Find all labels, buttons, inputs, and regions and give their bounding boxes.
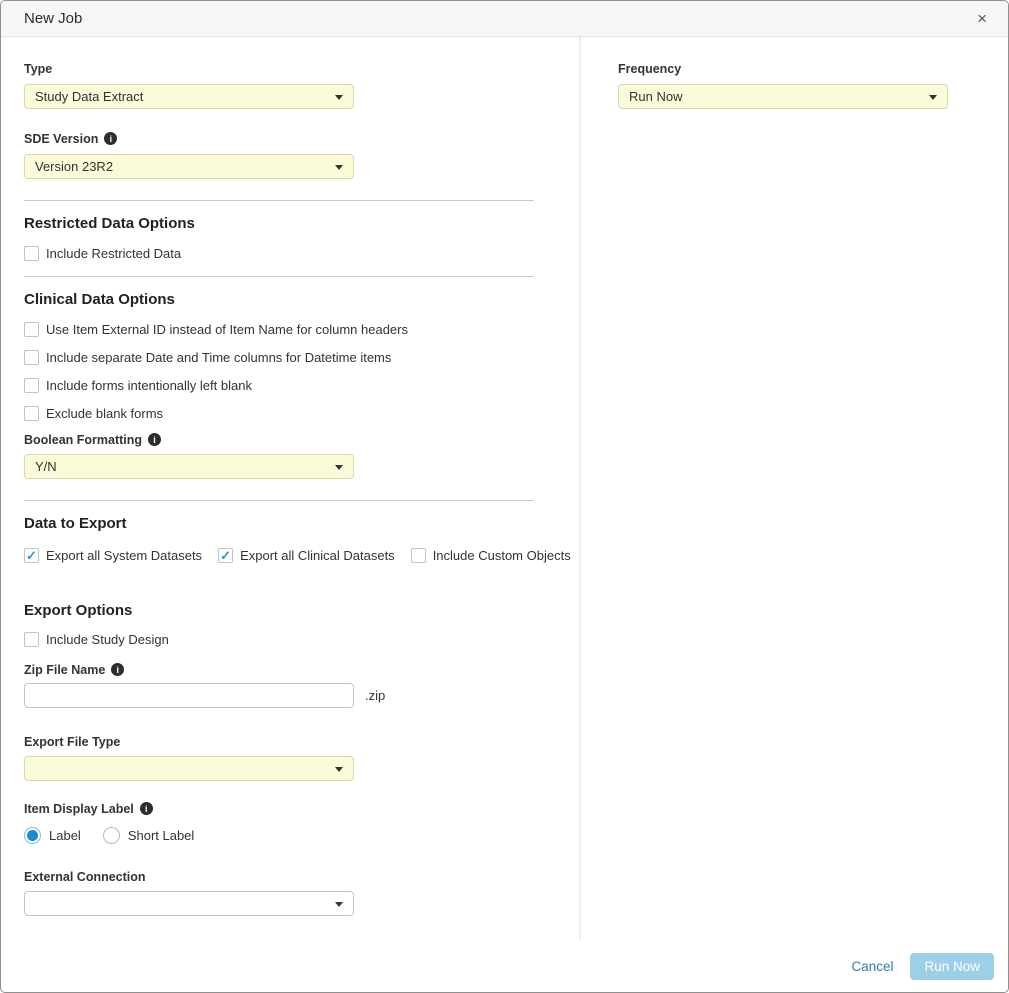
frequency-select-value: Run Now <box>629 89 682 104</box>
dialog-title: New Job <box>24 10 82 27</box>
exclude-blank-forms-checkbox-row[interactable]: Exclude blank forms <box>24 405 579 421</box>
radio-label: Label <box>49 828 81 843</box>
include-study-design-checkbox[interactable] <box>24 632 39 647</box>
dialog-body: Type Study Data Extract SDE Version i Ve… <box>1 37 1008 940</box>
short-label-radio-option[interactable]: Short Label <box>103 827 195 844</box>
item-display-label-label: Item Display Label i <box>24 801 579 816</box>
include-restricted-data-checkbox[interactable] <box>24 246 39 261</box>
label-radio[interactable] <box>24 827 41 844</box>
data-to-export-heading: Data to Export <box>24 515 579 531</box>
restricted-data-options-heading: Restricted Data Options <box>24 215 579 231</box>
boolean-formatting-select[interactable]: Y/N <box>24 454 354 479</box>
chevron-down-icon <box>929 95 937 100</box>
run-now-button[interactable]: Run Now <box>910 953 994 980</box>
info-icon[interactable]: i <box>148 433 161 446</box>
item-display-label-label-text: Item Display Label <box>24 802 134 816</box>
sde-version-label: SDE Version i <box>24 131 579 146</box>
export-all-clinical-datasets-checkbox[interactable] <box>218 548 233 563</box>
frequency-label-text: Frequency <box>618 62 681 76</box>
close-icon[interactable]: × <box>973 8 991 29</box>
checkbox-label: Include separate Date and Time columns f… <box>46 350 391 365</box>
info-icon[interactable]: i <box>104 132 117 145</box>
checkbox-label: Export all System Datasets <box>46 548 202 563</box>
include-blank-forms-checkbox[interactable] <box>24 378 39 393</box>
export-options-heading: Export Options <box>24 602 579 618</box>
checkbox-label: Export all Clinical Datasets <box>240 548 395 563</box>
checkbox-label: Include Custom Objects <box>433 548 571 563</box>
separate-date-time-checkbox-row[interactable]: Include separate Date and Time columns f… <box>24 349 579 365</box>
frequency-label: Frequency <box>618 61 1008 76</box>
exclude-blank-forms-checkbox[interactable] <box>24 406 39 421</box>
boolean-formatting-label: Boolean Formatting i <box>24 432 579 447</box>
external-connection-select[interactable] <box>24 891 354 916</box>
export-all-system-datasets-checkbox-row[interactable]: Export all System Datasets <box>24 547 202 563</box>
type-label: Type <box>24 61 579 76</box>
chevron-down-icon <box>335 465 343 470</box>
separate-date-time-checkbox[interactable] <box>24 350 39 365</box>
checkbox-label: Use Item External ID instead of Item Nam… <box>46 322 408 337</box>
section-divider <box>24 276 534 277</box>
boolean-formatting-select-value: Y/N <box>35 459 57 474</box>
radio-label: Short Label <box>128 828 195 843</box>
cancel-button[interactable]: Cancel <box>851 959 893 974</box>
short-label-radio[interactable] <box>103 827 120 844</box>
export-file-type-label-text: Export File Type <box>24 735 120 749</box>
use-item-external-id-checkbox-row[interactable]: Use Item External ID instead of Item Nam… <box>24 321 579 337</box>
frequency-select[interactable]: Run Now <box>618 84 948 109</box>
boolean-formatting-label-text: Boolean Formatting <box>24 433 142 447</box>
zip-file-name-row: .zip <box>24 677 579 708</box>
new-job-dialog: New Job × Type Study Data Extract SDE Ve… <box>0 0 1009 993</box>
external-connection-label: External Connection <box>24 869 579 884</box>
section-divider <box>24 200 534 201</box>
dialog-footer: Cancel Run Now <box>1 940 1008 992</box>
sde-version-label-text: SDE Version <box>24 132 98 146</box>
section-divider <box>24 500 534 501</box>
export-file-type-select[interactable] <box>24 756 354 781</box>
chevron-down-icon <box>335 902 343 907</box>
type-select[interactable]: Study Data Extract <box>24 84 354 109</box>
left-column: Type Study Data Extract SDE Version i Ve… <box>1 37 581 940</box>
zip-suffix-label: .zip <box>365 688 385 703</box>
export-all-system-datasets-checkbox[interactable] <box>24 548 39 563</box>
include-restricted-data-checkbox-row[interactable]: Include Restricted Data <box>24 245 579 261</box>
clinical-data-options-heading: Clinical Data Options <box>24 291 579 307</box>
item-display-label-radio-group: Label Short Label <box>24 827 579 844</box>
zip-file-name-label-text: Zip File Name <box>24 663 105 677</box>
include-study-design-checkbox-row[interactable]: Include Study Design <box>24 631 579 647</box>
chevron-down-icon <box>335 95 343 100</box>
type-label-text: Type <box>24 62 52 76</box>
checkbox-label: Include Restricted Data <box>46 246 181 261</box>
external-connection-label-text: External Connection <box>24 870 146 884</box>
include-blank-forms-checkbox-row[interactable]: Include forms intentionally left blank <box>24 377 579 393</box>
checkbox-label: Include forms intentionally left blank <box>46 378 252 393</box>
use-item-external-id-checkbox[interactable] <box>24 322 39 337</box>
export-all-clinical-datasets-checkbox-row[interactable]: Export all Clinical Datasets <box>218 547 395 563</box>
zip-file-name-label: Zip File Name i <box>24 662 579 677</box>
sde-version-select-value: Version 23R2 <box>35 159 113 174</box>
chevron-down-icon <box>335 767 343 772</box>
include-custom-objects-checkbox-row[interactable]: Include Custom Objects <box>411 547 571 563</box>
type-select-value: Study Data Extract <box>35 89 143 104</box>
export-file-type-label: Export File Type <box>24 734 579 749</box>
sde-version-select[interactable]: Version 23R2 <box>24 154 354 179</box>
data-to-export-checkboxes: Export all System Datasets Export all Cl… <box>24 547 579 563</box>
zip-file-name-input[interactable] <box>24 683 354 708</box>
info-icon[interactable]: i <box>111 663 124 676</box>
right-column: Frequency Run Now <box>581 37 1008 940</box>
include-custom-objects-checkbox[interactable] <box>411 548 426 563</box>
chevron-down-icon <box>335 165 343 170</box>
info-icon[interactable]: i <box>140 802 153 815</box>
label-radio-option[interactable]: Label <box>24 827 81 844</box>
checkbox-label: Include Study Design <box>46 632 169 647</box>
checkbox-label: Exclude blank forms <box>46 406 163 421</box>
dialog-titlebar: New Job × <box>1 1 1008 37</box>
